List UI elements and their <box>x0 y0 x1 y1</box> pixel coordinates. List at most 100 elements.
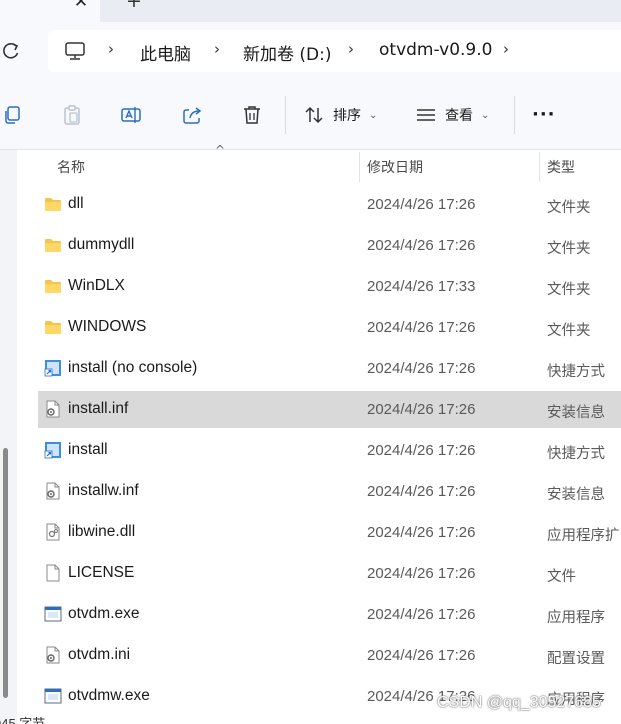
column-modified[interactable]: 修改日期 <box>367 157 423 177</box>
file-name[interactable]: install (no console) <box>68 359 197 377</box>
file-modified-date: 2024/4/26 17:33 <box>367 278 476 295</box>
sort-button[interactable]: 排序 ⌄ <box>303 102 377 128</box>
file-row[interactable]: libwine.dll 2024/4/26 17:26 应用程序扩 <box>38 514 621 551</box>
setup-info-icon <box>44 646 62 664</box>
file-name[interactable]: libwine.dll <box>68 523 135 541</box>
navigation-scrollbar[interactable] <box>3 448 8 698</box>
rename-icon[interactable] <box>120 104 142 126</box>
sort-ascending-icon: ^ <box>215 143 226 157</box>
breadcrumb-drive-d[interactable]: 新加卷 (D:) <box>243 40 332 65</box>
column-header: ^ 名称 修改日期 类型 <box>17 143 621 182</box>
new-tab-button[interactable]: + <box>126 0 142 11</box>
sort-icon <box>305 106 323 124</box>
file-modified-date: 2024/4/26 17:26 <box>367 360 476 377</box>
file-name[interactable]: otvdm.ini <box>68 646 130 664</box>
shortcut-icon <box>44 359 62 377</box>
chevron-down-icon: ⌄ <box>369 109 378 121</box>
address-bar[interactable]: › 此电脑 › 新加卷 (D:) › otvdm-v0.9.0 › <box>48 30 621 72</box>
file-modified-date: 2024/4/26 17:26 <box>367 319 476 336</box>
view-button[interactable]: 查看 ⌄ <box>415 102 489 128</box>
close-tab-icon[interactable]: ✕ <box>70 0 92 12</box>
status-bar-text: 945 字节 <box>0 716 46 724</box>
folder-icon <box>44 195 62 213</box>
file-row[interactable]: installw.inf 2024/4/26 17:26 安装信息 <box>38 473 621 510</box>
file-modified-date: 2024/4/26 17:26 <box>367 606 476 623</box>
chevron-right-icon[interactable]: › <box>214 40 220 58</box>
file-name[interactable]: install.inf <box>68 400 128 418</box>
copy-icon[interactable] <box>2 104 24 126</box>
file-type: 应用程序 <box>547 610 605 626</box>
shortcut-icon <box>44 441 62 459</box>
file-row[interactable]: WinDLX 2024/4/26 17:33 文件夹 <box>38 268 621 305</box>
file-row[interactable]: otvdm.exe 2024/4/26 17:26 应用程序 <box>38 596 621 633</box>
file-modified-date: 2024/4/26 17:26 <box>367 237 476 254</box>
chevron-right-icon[interactable]: › <box>348 40 354 58</box>
file-name[interactable]: WinDLX <box>68 277 125 295</box>
folder-icon <box>44 277 62 295</box>
file-name[interactable]: LICENSE <box>68 564 134 582</box>
column-separator[interactable] <box>359 152 360 182</box>
watermark: CSDN @qq_30527685 <box>437 694 601 711</box>
file-name[interactable]: dll <box>68 195 84 213</box>
file-row[interactable]: otvdm.ini 2024/4/26 17:26 配置设置 <box>38 637 621 674</box>
refresh-icon[interactable] <box>0 36 26 66</box>
file-type: 应用程序扩 <box>547 528 620 544</box>
tab-strip: ✕ + <box>0 0 621 22</box>
file-name[interactable]: otvdmw.exe <box>68 687 150 705</box>
more-options-icon[interactable]: ··· <box>532 104 556 125</box>
file-row[interactable]: install (no console) 2024/4/26 17:26 快捷方式 <box>38 350 621 387</box>
paste-icon[interactable] <box>61 104 83 126</box>
column-name[interactable]: 名称 <box>57 157 85 177</box>
file-modified-date: 2024/4/26 17:26 <box>367 565 476 582</box>
breadcrumb-otvdm-folder[interactable]: otvdm-v0.9.0 <box>379 40 492 60</box>
file-row[interactable]: dummydll 2024/4/26 17:26 文件夹 <box>38 227 621 264</box>
file-row[interactable]: install.inf 2024/4/26 17:26 安装信息 <box>38 391 621 428</box>
file-name[interactable]: installw.inf <box>68 482 139 500</box>
file-type: 快捷方式 <box>547 364 605 380</box>
file-modified-date: 2024/4/26 17:26 <box>367 401 476 418</box>
new-tab-area <box>105 0 621 18</box>
chevron-right-icon[interactable]: › <box>503 40 509 58</box>
file-type: 快捷方式 <box>547 446 605 462</box>
chevron-right-icon[interactable]: › <box>108 40 114 58</box>
command-bar: 排序 ⌄ 查看 ⌄ ··· <box>0 80 621 150</box>
setup-info-icon <box>44 400 62 418</box>
file-name[interactable]: WINDOWS <box>68 318 146 336</box>
view-label: 查看 <box>445 107 473 123</box>
file-type: 安装信息 <box>547 487 605 503</box>
file-type: 文件夹 <box>547 241 591 257</box>
column-separator[interactable] <box>539 152 540 182</box>
column-type[interactable]: 类型 <box>547 157 575 177</box>
file-modified-date: 2024/4/26 17:26 <box>367 442 476 459</box>
file-row[interactable]: WINDOWS 2024/4/26 17:26 文件夹 <box>38 309 621 346</box>
generic-file-icon <box>44 564 62 582</box>
file-type: 文件夹 <box>547 323 591 339</box>
exe-icon <box>44 605 62 623</box>
file-type: 文件夹 <box>547 200 591 216</box>
file-type: 配置设置 <box>547 651 605 667</box>
toolbar-divider <box>514 96 515 134</box>
exe-icon <box>44 687 62 705</box>
file-modified-date: 2024/4/26 17:26 <box>367 196 476 213</box>
view-icon <box>417 109 435 121</box>
file-type: 安装信息 <box>547 405 605 421</box>
file-name[interactable]: install <box>68 441 108 459</box>
file-modified-date: 2024/4/26 17:26 <box>367 647 476 664</box>
file-modified-date: 2024/4/26 17:26 <box>367 524 476 541</box>
file-name[interactable]: otvdm.exe <box>68 605 140 623</box>
dll-file-icon <box>44 523 62 541</box>
file-row[interactable]: LICENSE 2024/4/26 17:26 文件 <box>38 555 621 592</box>
file-type: 文件 <box>547 569 576 585</box>
setup-info-icon <box>44 482 62 500</box>
this-pc-icon[interactable] <box>64 40 86 62</box>
address-row: › 此电脑 › 新加卷 (D:) › otvdm-v0.9.0 › <box>0 22 621 80</box>
delete-icon[interactable] <box>241 104 263 126</box>
file-name[interactable]: dummydll <box>68 236 134 254</box>
breadcrumb-this-pc[interactable]: 此电脑 <box>140 40 191 65</box>
folder-icon <box>44 236 62 254</box>
share-icon[interactable] <box>181 104 203 126</box>
file-row[interactable]: dll 2024/4/26 17:26 文件夹 <box>38 186 621 223</box>
toolbar-divider <box>285 96 286 134</box>
file-type: 文件夹 <box>547 282 591 298</box>
file-row[interactable]: install 2024/4/26 17:26 快捷方式 <box>38 432 621 469</box>
